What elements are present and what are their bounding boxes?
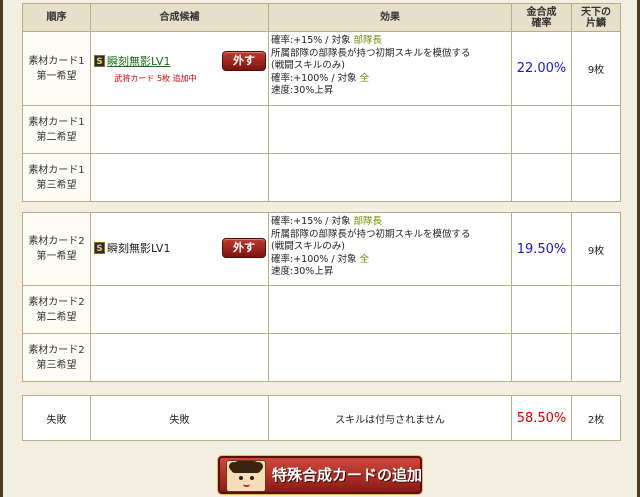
candidate-cell xyxy=(90,285,269,334)
skill-name-link[interactable]: 瞬刻無影LV1 xyxy=(107,55,170,68)
rate-cell xyxy=(511,285,572,334)
candidate-cell: S 瞬刻無影LV1 外す 武将カード 5枚 追加中 xyxy=(90,31,269,106)
remove-button[interactable]: 外す xyxy=(222,238,266,258)
effect-target: 全 xyxy=(359,72,370,84)
table-header: 順序 合成候補 効果 金合成 確率 天下の 片鱗 xyxy=(22,3,621,32)
skill-rank-badge: S xyxy=(94,55,105,67)
effect-description: 所属部隊の部隊長が持つ初期スキルを模倣する xyxy=(271,228,471,240)
pieces-cell xyxy=(571,105,621,154)
effect-target: 部隊長 xyxy=(353,35,383,46)
failure-rate: 58.50% xyxy=(511,395,572,441)
effect-cell xyxy=(268,333,512,382)
rate-value: 22.00% xyxy=(511,31,572,106)
pieces-value: 9枚 xyxy=(571,212,621,286)
effect-target: 部隊長 xyxy=(353,216,383,227)
effect-condition: (戦闘スキルのみ) xyxy=(271,60,345,71)
effect-rate-line: 確率:+100% / 対象 xyxy=(271,72,360,84)
effect-target: 全 xyxy=(359,253,370,265)
composition-table-1: 順序 合成候補 効果 金合成 確率 天下の 片鱗 素材カード1 第一希望 S 瞬刻… xyxy=(22,3,621,202)
failure-label: 失敗 xyxy=(22,395,91,441)
effect-cell xyxy=(268,105,512,154)
row-label: 素材カード1 第二希望 xyxy=(22,105,91,154)
failure-row: 失敗 失敗 スキルは付与されません 58.50% 2枚 xyxy=(22,395,621,441)
failure-pieces: 2枚 xyxy=(571,395,621,441)
rate-cell xyxy=(511,333,572,382)
effect-speed: 速度:30%上昇 xyxy=(271,266,334,277)
candidate-cell xyxy=(90,333,269,382)
character-portrait-icon xyxy=(226,460,266,492)
effect-rate-line: 確率:+100% / 対象 xyxy=(271,253,360,265)
failure-candidate: 失敗 xyxy=(90,395,269,441)
table-row: 素材カード2 第三希望 xyxy=(22,333,621,382)
pieces-value: 9枚 xyxy=(571,31,621,106)
row-label: 素材カード2 第三希望 xyxy=(22,333,91,382)
table-row: 素材カード1 第二希望 xyxy=(22,105,621,154)
effect-cell: 確率:+15% / 対象 部隊長 所属部隊の部隊長が持つ初期スキルを模倣する (… xyxy=(268,31,512,106)
effect-cell: 確率:+15% / 対象 部隊長 所属部隊の部隊長が持つ初期スキルを模倣する (… xyxy=(268,212,512,286)
pieces-cell xyxy=(571,153,621,202)
effect-cell xyxy=(268,153,512,202)
effect-cell xyxy=(268,285,512,334)
added-cards-note: 武将カード 5枚 追加中 xyxy=(114,74,197,83)
pieces-cell xyxy=(571,333,621,382)
composition-table-2: 素材カード2 第一希望 S 瞬刻無影LV1 外す 確率:+15% / 対象 部隊長… xyxy=(22,212,621,382)
pieces-cell xyxy=(571,285,621,334)
rate-value: 19.50% xyxy=(511,212,572,286)
effect-condition: (戦闘スキルのみ) xyxy=(271,241,345,252)
header-rate: 金合成 確率 xyxy=(511,3,572,32)
table-row: 素材カード1 第三希望 xyxy=(22,153,621,202)
failure-effect: スキルは付与されません xyxy=(268,395,512,441)
header-effect: 効果 xyxy=(268,3,512,32)
table-row: 素材カード2 第一希望 S 瞬刻無影LV1 外す 確率:+15% / 対象 部隊長… xyxy=(22,212,621,286)
effect-speed: 速度:30%上昇 xyxy=(271,85,334,96)
candidate-cell: S 瞬刻無影LV1 外す xyxy=(90,212,269,286)
failure-table: 失敗 失敗 スキルは付与されません 58.50% 2枚 xyxy=(22,395,621,441)
header-candidate: 合成候補 xyxy=(90,3,269,32)
header-order: 順序 xyxy=(22,3,91,32)
table-row: 素材カード2 第二希望 xyxy=(22,285,621,334)
table-row: 素材カード1 第一希望 S 瞬刻無影LV1 外す 武将カード 5枚 追加中 確率:… xyxy=(22,31,621,106)
effect-rate-line: 確率:+15% / 対象 xyxy=(271,216,354,227)
add-special-card-label: 特殊合成カードの追加 xyxy=(272,466,423,484)
row-label: 素材カード2 第一希望 xyxy=(22,212,91,286)
effect-rate-line: 確率:+15% / 対象 xyxy=(271,35,354,46)
row-label: 素材カード1 第一希望 xyxy=(22,31,91,106)
row-label: 素材カード1 第三希望 xyxy=(22,153,91,202)
effect-description: 所属部隊の部隊長が持つ初期スキルを模倣する xyxy=(271,47,471,59)
skill-name: 瞬刻無影LV1 xyxy=(107,242,171,255)
remove-button[interactable]: 外す xyxy=(222,51,266,71)
rate-cell xyxy=(511,105,572,154)
candidate-cell xyxy=(90,105,269,154)
candidate-cell xyxy=(90,153,269,202)
add-special-card-button[interactable]: 特殊合成カードの追加 xyxy=(218,456,422,494)
header-pieces: 天下の 片鱗 xyxy=(571,3,621,32)
rate-cell xyxy=(511,153,572,202)
row-label: 素材カード2 第二希望 xyxy=(22,285,91,334)
skill-rank-badge: S xyxy=(94,242,105,254)
